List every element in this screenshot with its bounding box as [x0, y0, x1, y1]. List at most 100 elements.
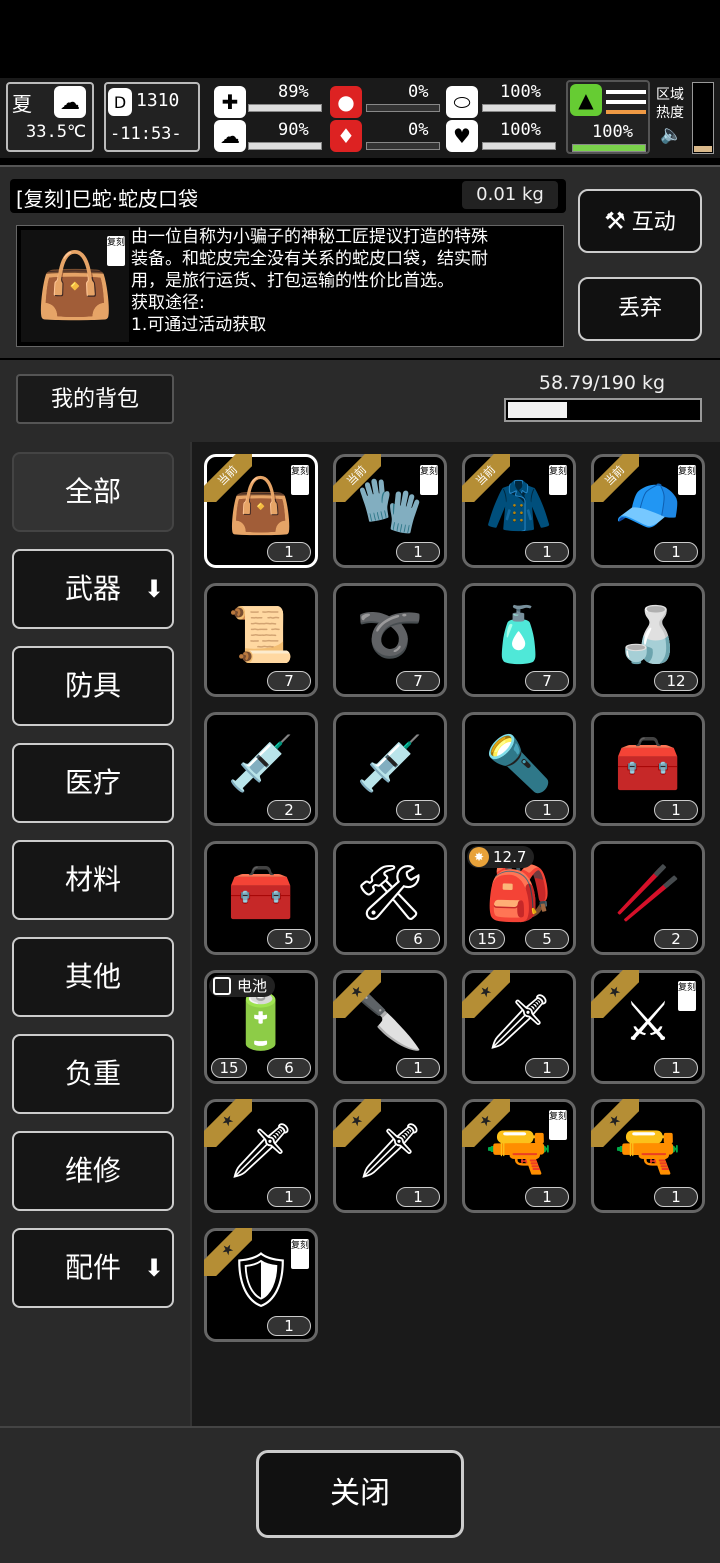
replica-tag: 复刻: [107, 236, 125, 266]
clock: -11:53-: [110, 124, 182, 144]
item-count: 5: [267, 929, 311, 949]
arrow-down-icon: ⬇: [143, 1254, 164, 1282]
category-tab[interactable]: 医疗: [12, 743, 174, 823]
item-count: 2: [654, 929, 698, 949]
stealth-panel: ▲ 100%: [566, 80, 650, 154]
category-tab[interactable]: 其他: [12, 937, 174, 1017]
medkit-icon: ✚: [214, 86, 246, 118]
category-label: 医疗: [64, 766, 121, 799]
inventory-slot[interactable]: 🍶 12: [591, 583, 705, 697]
ribbon-label: ★: [333, 1099, 381, 1147]
category-label: 负重: [64, 1057, 121, 1090]
category-tab[interactable]: 负重: [12, 1034, 174, 1114]
temperature-value: 33.5℃: [26, 122, 87, 142]
item-count: 1: [525, 542, 569, 562]
category-label: 防具: [64, 669, 121, 702]
item-count: 1: [396, 1058, 440, 1078]
category-sidebar: 全部武器 ⬇ 防具医疗材料其他负重维修配件 ⬇: [0, 442, 190, 1426]
inventory-slot[interactable]: ➰ 7: [333, 583, 447, 697]
category-label: 材料: [64, 863, 121, 896]
inventory-slot[interactable]: 🔫 ★ 1: [591, 1099, 705, 1213]
stamina-value: 90%: [278, 120, 309, 140]
inventory-slot[interactable]: 🧤 当前 复刻 1: [333, 454, 447, 568]
inventory-slot[interactable]: 🧢 当前 复刻 1: [591, 454, 705, 568]
blood-drop-icon: ♦: [330, 120, 362, 152]
interact-label: 互动: [631, 210, 676, 235]
close-button[interactable]: 关闭: [256, 1450, 464, 1538]
category-tab[interactable]: 武器 ⬇: [12, 549, 174, 629]
category-tab[interactable]: 防具: [12, 646, 174, 726]
item-info-panel: [复刻]巳蛇·蛇皮口袋 0.01 kg 👜 复刻 由一位自称为小骗子的神秘工匠提…: [0, 165, 720, 358]
inventory-slot[interactable]: 🔪 ★ 1: [333, 970, 447, 1084]
item-count: 6: [396, 929, 440, 949]
battery-badge: 电池: [209, 975, 276, 997]
stamina-bar: [248, 142, 322, 150]
inventory-slot[interactable]: 💉 1: [333, 712, 447, 826]
star-ribbon: ★: [204, 1099, 252, 1147]
equipped-ribbon: 当前: [333, 454, 381, 502]
bag-capacity-bar: [504, 398, 702, 422]
item-preview: 👜 复刻: [21, 230, 129, 342]
inventory-slot[interactable]: 📜 7: [204, 583, 318, 697]
toolbox-icon: 🧰: [614, 732, 682, 795]
bottles-icon: 🧴: [485, 603, 553, 666]
syringe-icon: 💉: [227, 732, 295, 795]
category-tab[interactable]: 材料: [12, 840, 174, 920]
inventory-slot[interactable]: 🗡 ★ 1: [462, 970, 576, 1084]
item-count: 1: [525, 800, 569, 820]
inventory-slot[interactable]: 🎒 ✸ 12.7 15 5: [462, 841, 576, 955]
interact-button[interactable]: ⚒ 互动: [578, 189, 702, 253]
replica-tag: 复刻: [291, 1239, 309, 1269]
category-label: 全部: [64, 475, 121, 508]
description-line: 用，是旅行运货、打包运输的性价比首选。: [131, 271, 454, 291]
boot-icon: ▲: [570, 84, 602, 116]
stomach-icon: ●: [330, 86, 362, 118]
heart-icon: ♥: [446, 120, 478, 152]
category-tab[interactable]: 维修: [12, 1131, 174, 1211]
item-description: 由一位自称为小骗子的神秘工匠提议打造的特殊 装备。和蛇皮完全没有关系的蛇皮口袋，…: [131, 226, 561, 336]
stealth-bar: [572, 144, 646, 152]
inventory-slot[interactable]: 🔋 电池 15 6: [204, 970, 318, 1084]
inventory-slot[interactable]: 👜 当前 复刻 1: [204, 454, 318, 568]
cloud-icon: ☁: [54, 86, 86, 118]
bag-weight: 58.79/190 kg: [538, 372, 666, 394]
inventory-slot[interactable]: 🛠 6: [333, 841, 447, 955]
inventory-slot[interactable]: 🔦 1: [462, 712, 576, 826]
item-title-bar: [复刻]巳蛇·蛇皮口袋 0.01 kg: [10, 179, 566, 213]
inventory-slot[interactable]: ⚔ ★ 复刻 1: [591, 970, 705, 1084]
ribbon-label: ★: [591, 1099, 639, 1147]
item-count: 1: [396, 800, 440, 820]
time-panel: D 1310 -11:53-: [104, 82, 200, 152]
inventory-slot[interactable]: 🗡 ★ 1: [204, 1099, 318, 1213]
brain-icon: ☁: [214, 120, 246, 152]
category-label: 配件: [64, 1251, 121, 1284]
item-count: 1: [396, 542, 440, 562]
day-counter: 1310: [136, 90, 180, 111]
inventory-slot[interactable]: 🧴 7: [462, 583, 576, 697]
inventory-slot[interactable]: 💉 2: [204, 712, 318, 826]
ammo-caliber-badge: ✸ 12.7: [467, 846, 535, 868]
item-count: 1: [654, 1058, 698, 1078]
inventory-slot[interactable]: 🗡 ★ 1: [333, 1099, 447, 1213]
description-line: 由一位自称为小骗子的神秘工匠提议打造的特殊: [131, 227, 488, 247]
inventory-slot[interactable]: 🛡 ★ 复刻 1: [204, 1228, 318, 1342]
inventory-slot[interactable]: 🧥 当前 复刻 1: [462, 454, 576, 568]
battery-label: 电池: [237, 977, 268, 995]
inventory-slot[interactable]: 🔫 ★ 复刻 1: [462, 1099, 576, 1213]
caliber-label: 12.7: [493, 848, 527, 866]
inventory-slot[interactable]: 🥢 2: [591, 841, 705, 955]
ribbon-label: ★: [333, 970, 381, 1018]
item-count: 7: [267, 671, 311, 691]
item-count: 1: [267, 1316, 311, 1336]
item-count: 2: [267, 800, 311, 820]
health-bar: [248, 104, 322, 112]
category-tab[interactable]: 全部: [12, 452, 174, 532]
adrenaline-syringe-icon: 💉: [356, 732, 424, 795]
replica-tag: 复刻: [549, 1110, 567, 1140]
discard-button[interactable]: 丢弃: [578, 277, 702, 341]
inventory-slot[interactable]: 🧰 5: [204, 841, 318, 955]
equipped-ribbon: 当前: [591, 454, 639, 502]
star-ribbon: ★: [204, 1228, 252, 1276]
inventory-slot[interactable]: 🧰 1: [591, 712, 705, 826]
category-tab[interactable]: 配件 ⬇: [12, 1228, 174, 1308]
